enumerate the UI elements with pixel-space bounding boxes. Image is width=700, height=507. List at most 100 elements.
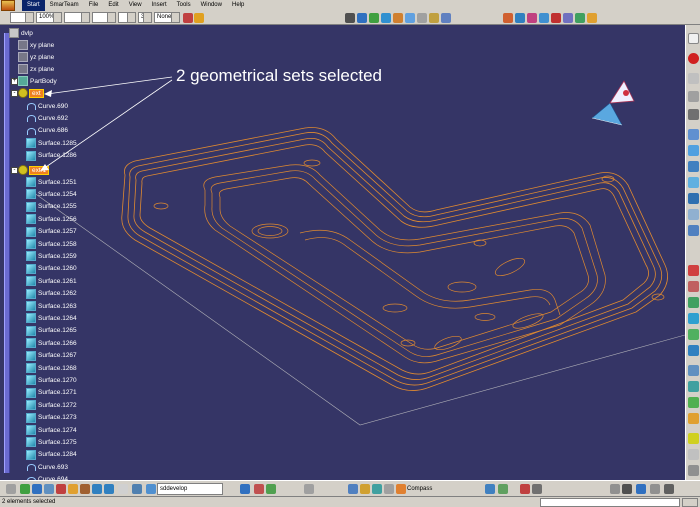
- menu-view[interactable]: View: [124, 0, 147, 11]
- menu-start[interactable]: Start: [22, 0, 45, 11]
- boundary-icon[interactable]: [688, 313, 699, 324]
- pan-view-icon[interactable]: [266, 484, 276, 494]
- layer-combo[interactable]: 3: [138, 12, 152, 23]
- offset-icon[interactable]: [688, 225, 699, 236]
- workbench-icon[interactable]: [146, 484, 156, 494]
- curvature-icon[interactable]: [539, 13, 549, 23]
- update-icon[interactable]: [132, 484, 142, 494]
- trim-icon[interactable]: [688, 297, 699, 308]
- properties-icon[interactable]: [650, 484, 660, 494]
- menu-insert[interactable]: Insert: [147, 0, 172, 11]
- fillet-icon[interactable]: [688, 345, 699, 356]
- draft-icon[interactable]: [527, 13, 537, 23]
- blend-icon[interactable]: [688, 209, 699, 220]
- distance-icon[interactable]: [563, 13, 573, 23]
- menu-tools[interactable]: Tools: [172, 0, 196, 11]
- tree-item-surface-1260[interactable]: Surface.1260: [26, 263, 77, 275]
- tree-item-surface-1255[interactable]: Surface.1255: [26, 201, 77, 213]
- tree-item-surface-1284[interactable]: Surface.1284: [26, 449, 77, 461]
- tree-item-surface-1257[interactable]: Surface.1257: [26, 226, 77, 238]
- customize-icon[interactable]: [622, 484, 632, 494]
- workbench-combo[interactable]: sddevelop: [157, 483, 223, 495]
- gear-icon[interactable]: [417, 13, 427, 23]
- split-icon[interactable]: [688, 281, 699, 292]
- tree-item-curve-690[interactable]: Curve.690: [26, 100, 68, 112]
- tree-item-surface-1286[interactable]: Surface.1286: [26, 150, 77, 162]
- rotate-tool-icon[interactable]: [688, 381, 699, 392]
- paste-icon[interactable]: [80, 484, 90, 494]
- law-icon[interactable]: [688, 433, 699, 444]
- extrude-icon[interactable]: [688, 129, 699, 140]
- command-button[interactable]: [682, 498, 698, 507]
- view-mode-icon[interactable]: [348, 484, 358, 494]
- new-icon[interactable]: [6, 484, 16, 494]
- tree-item-surface-1274[interactable]: Surface.1274: [26, 424, 77, 436]
- tree-item-surface-1259[interactable]: Surface.1259: [26, 250, 77, 262]
- paint-icon[interactable]: [183, 13, 193, 23]
- menu-window[interactable]: Window: [196, 0, 227, 11]
- tree-item-surface-1254[interactable]: Surface.1254: [26, 188, 77, 200]
- revolve-icon[interactable]: [688, 145, 699, 156]
- tree-item-curve-692[interactable]: Curve.692: [26, 112, 68, 124]
- exit-workbench-icon[interactable]: [688, 53, 699, 64]
- normal-view-icon[interactable]: [405, 13, 415, 23]
- extract-icon[interactable]: [688, 329, 699, 340]
- tree-item-surface-1285[interactable]: Surface.1285: [26, 137, 77, 149]
- catalog-icon[interactable]: [485, 484, 495, 494]
- app-logo-icon[interactable]: [1, 0, 15, 11]
- axis-system-icon[interactable]: [688, 449, 699, 460]
- render-icon[interactable]: [429, 13, 439, 23]
- menu-edit[interactable]: Edit: [103, 0, 123, 11]
- measure-icon[interactable]: [503, 13, 513, 23]
- 3d-viewport[interactable]: dvlp xy plane yz plane zx plane PartBody…: [0, 25, 685, 480]
- loft-icon[interactable]: [688, 193, 699, 204]
- porcupine-icon[interactable]: [575, 13, 585, 23]
- zoom-area-icon[interactable]: [304, 484, 314, 494]
- tree-item-partbody[interactable]: PartBody: [18, 75, 57, 87]
- command-input[interactable]: [540, 498, 680, 507]
- scaling-icon[interactable]: [688, 413, 699, 424]
- tree-item-surface-1268[interactable]: Surface.1268: [26, 362, 77, 374]
- menu-smarteam[interactable]: SmarTeam: [45, 0, 84, 11]
- expand-partbody-toggle[interactable]: +: [11, 78, 18, 85]
- formula-icon[interactable]: [520, 484, 530, 494]
- rotate-icon[interactable]: [369, 13, 379, 23]
- join-icon[interactable]: [688, 265, 699, 276]
- copy-icon[interactable]: [68, 484, 78, 494]
- open-icon[interactable]: [20, 484, 30, 494]
- tree-item-curve-686[interactable]: Curve.686: [26, 125, 68, 137]
- line-icon[interactable]: [688, 91, 699, 102]
- hide-icon[interactable]: [372, 484, 382, 494]
- tree-item-curve-693[interactable]: Curve.693: [26, 461, 68, 473]
- tree-item-xy-plane[interactable]: xy plane: [18, 39, 54, 51]
- menu-file[interactable]: File: [84, 0, 104, 11]
- select-icon[interactable]: [345, 13, 355, 23]
- tree-item-surface-1258[interactable]: Surface.1258: [26, 238, 77, 250]
- tree-item-surface-1275[interactable]: Surface.1275: [26, 436, 77, 448]
- compass-toggle-icon[interactable]: [396, 484, 406, 494]
- save-icon[interactable]: [32, 484, 42, 494]
- color-combo[interactable]: [64, 12, 90, 23]
- tree-gset-ext-1[interactable]: ext.1: [18, 164, 50, 176]
- tree-item-surface-1263[interactable]: Surface.1263: [26, 300, 77, 312]
- zoom-in-icon[interactable]: [381, 13, 391, 23]
- fly-mode-icon[interactable]: [240, 484, 250, 494]
- print-icon[interactable]: [44, 484, 54, 494]
- thickness-combo[interactable]: [118, 12, 136, 23]
- undo-icon[interactable]: [92, 484, 102, 494]
- linetype-combo[interactable]: [92, 12, 116, 23]
- menu-help[interactable]: Help: [227, 0, 249, 11]
- highlight-icon[interactable]: [587, 13, 597, 23]
- brush-icon[interactable]: [194, 13, 204, 23]
- plane-tool-icon[interactable]: [688, 109, 699, 120]
- whats-this-icon[interactable]: [118, 484, 128, 494]
- more-tools-icon[interactable]: [688, 465, 699, 476]
- tree-item-zx-plane[interactable]: zx plane: [18, 63, 54, 75]
- tree-item-surface-1271[interactable]: Surface.1271: [26, 387, 77, 399]
- tree-item-surface-1273[interactable]: Surface.1273: [26, 412, 77, 424]
- collapse-gset-ext-1-toggle[interactable]: -: [11, 167, 18, 174]
- options-icon[interactable]: [610, 484, 620, 494]
- knowledge-icon[interactable]: [498, 484, 508, 494]
- translate-icon[interactable]: [688, 365, 699, 376]
- tree-item-surface-1261[interactable]: Surface.1261: [26, 275, 77, 287]
